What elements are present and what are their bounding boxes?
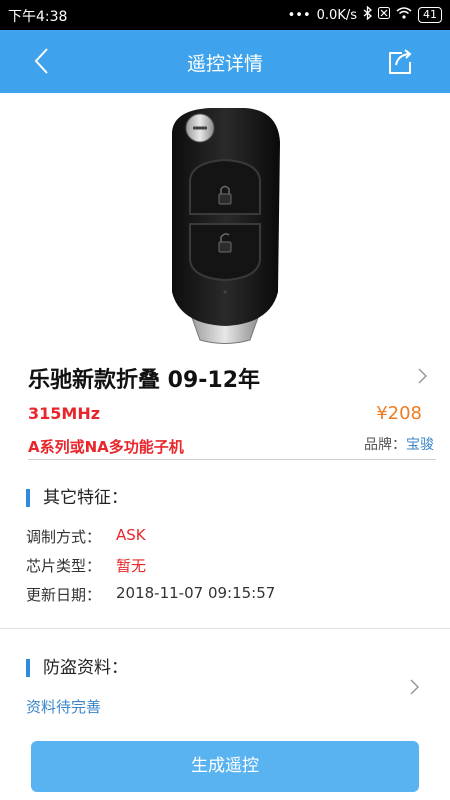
spec-value: 2018-11-07 09:15:57 bbox=[116, 584, 276, 602]
spec-row-update-date: 更新日期： 2018-11-07 09:15:57 bbox=[26, 584, 275, 605]
status-bar: 下午4:38 ••• 0.0K/s 41 bbox=[0, 0, 450, 30]
divider bbox=[0, 628, 450, 629]
spec-row-chip: 芯片类型： 暂无 bbox=[26, 555, 146, 576]
brand-info: 品牌：宝骏 bbox=[364, 434, 434, 454]
chevron-right-icon[interactable] bbox=[408, 677, 422, 697]
share-icon bbox=[389, 49, 412, 74]
bluetooth-icon bbox=[363, 5, 372, 24]
sim-icon bbox=[378, 7, 390, 23]
spec-value: 暂无 bbox=[116, 557, 147, 575]
divider bbox=[28, 459, 436, 460]
network-speed: 0.0K/s bbox=[316, 7, 357, 23]
status-time: 下午4:38 bbox=[8, 9, 68, 25]
frequency-label: 315MHz bbox=[28, 404, 101, 423]
wifi-icon bbox=[396, 7, 412, 23]
spec-label: 芯片类型： bbox=[26, 557, 102, 575]
features-section-title: 其它特征： bbox=[26, 489, 128, 507]
status-right: ••• 0.0K/s 41 bbox=[287, 5, 442, 24]
app-bar: 遥控详情 bbox=[0, 30, 450, 93]
car-key-image bbox=[150, 102, 300, 347]
price-label: ¥208 bbox=[376, 403, 422, 424]
spec-value: ASK bbox=[116, 526, 146, 544]
generate-remote-button[interactable]: 生成遥控 bbox=[31, 741, 419, 792]
page-title: 遥控详情 bbox=[186, 53, 263, 75]
spec-label: 更新日期： bbox=[26, 586, 102, 604]
chevron-right-icon[interactable] bbox=[416, 366, 430, 386]
anti-theft-info-link[interactable]: 资料待完善 bbox=[26, 696, 101, 717]
product-name: 乐驰新款折叠 09-12年 bbox=[28, 368, 261, 393]
battery-indicator: 41 bbox=[418, 7, 442, 23]
anti-theft-section-title: 防盗资料： bbox=[26, 659, 128, 677]
share-button[interactable] bbox=[386, 47, 416, 77]
notification-dots: ••• bbox=[287, 7, 311, 23]
remote-type-label: A系列或NA多功能子机 bbox=[28, 438, 184, 456]
spec-label: 调制方式： bbox=[26, 528, 102, 546]
spec-row-modulation: 调制方式： ASK bbox=[26, 526, 146, 547]
brand-value[interactable]: 宝骏 bbox=[406, 437, 434, 453]
brand-label: 品牌： bbox=[364, 437, 406, 453]
